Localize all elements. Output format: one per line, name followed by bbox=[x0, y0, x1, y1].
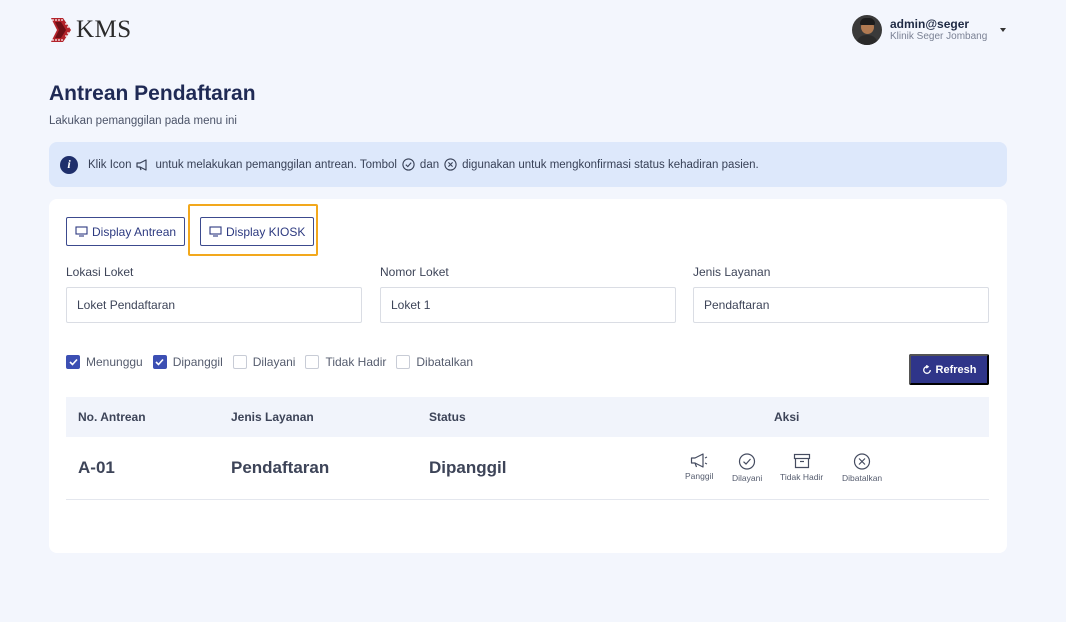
refresh-icon bbox=[922, 364, 931, 374]
avatar bbox=[852, 15, 882, 45]
lokasi-loket-label: Lokasi Loket bbox=[66, 265, 134, 279]
alert-text-4: digunakan untuk mengkonfirmasi status ke… bbox=[462, 158, 759, 171]
action-label: Dilayani bbox=[732, 473, 763, 483]
nomor-loket-label: Nomor Loket bbox=[380, 265, 449, 279]
display-kiosk-label: Display KIOSK bbox=[226, 224, 306, 239]
x-circle-icon bbox=[444, 158, 457, 171]
filter-label: Dibatalkan bbox=[416, 355, 474, 369]
action-label: Panggil bbox=[685, 471, 714, 481]
user-name: admin@seger bbox=[890, 17, 970, 31]
action-tidak-hadir[interactable]: Tidak Hadir bbox=[780, 453, 823, 482]
checkbox-empty-icon[interactable] bbox=[396, 355, 411, 369]
status-filters: Menunggu Dipanggil Dilayani Tidak Hadir … bbox=[66, 355, 483, 369]
table-header: No. Antrean Jenis Layanan Status Aksi bbox=[66, 397, 989, 437]
action-panggil[interactable]: Panggil bbox=[685, 453, 713, 481]
display-kiosk-button[interactable]: Display KIOSK bbox=[200, 217, 315, 246]
top-bar: KMS admin@seger Klinik Seger Jombang bbox=[0, 0, 1066, 62]
lokasi-loket-field[interactable]: Loket Pendaftaran bbox=[66, 287, 362, 323]
alert-text-2: untuk melakukan pemanggilan antrean. Tom… bbox=[155, 158, 397, 171]
filter-label: Menunggu bbox=[86, 355, 143, 369]
jenis-layanan-label: Jenis Layanan bbox=[693, 265, 771, 279]
filter-label: Tidak Hadir bbox=[325, 355, 387, 369]
info-alert: i Klik Icon untuk melakukan pemanggilan … bbox=[49, 142, 1007, 187]
archive-icon bbox=[793, 453, 810, 469]
filter-dibatalkan[interactable]: Dibatalkan bbox=[396, 355, 473, 369]
check-circle-icon bbox=[739, 453, 756, 470]
alert-text-1: Klik Icon bbox=[88, 158, 132, 171]
caret-down-icon[interactable] bbox=[1000, 28, 1006, 32]
brand-logo[interactable]: KMS bbox=[49, 15, 132, 45]
action-label: Dibatalkan bbox=[842, 473, 883, 483]
col-status: Status bbox=[429, 410, 466, 424]
col-no-antrean: No. Antrean bbox=[78, 410, 146, 424]
checkbox-checked-icon[interactable] bbox=[66, 355, 80, 369]
filter-tidak-hadir[interactable]: Tidak Hadir bbox=[305, 355, 386, 369]
check-circle-icon bbox=[402, 158, 415, 171]
filter-dipanggil[interactable]: Dipanggil bbox=[152, 355, 223, 369]
kms-logo-mark bbox=[49, 15, 73, 45]
col-aksi: Aksi bbox=[774, 410, 800, 424]
alert-text-3: dan bbox=[419, 158, 440, 171]
user-menu[interactable]: admin@seger Klinik Seger Jombang bbox=[852, 15, 1006, 45]
monitor-icon bbox=[75, 226, 88, 237]
refresh-label: Refresh bbox=[935, 363, 977, 376]
user-org: Klinik Seger Jombang bbox=[890, 31, 988, 42]
cell-status: Dipanggil bbox=[429, 458, 507, 477]
cell-no-antrean: A-01 bbox=[78, 458, 115, 477]
filter-menunggu[interactable]: Menunggu bbox=[66, 355, 143, 369]
action-dilayani[interactable]: Dilayani bbox=[732, 453, 762, 483]
nomor-loket-field[interactable]: Loket 1 bbox=[380, 287, 676, 323]
filter-label: Dipanggil bbox=[172, 355, 223, 369]
action-dibatalkan[interactable]: Dibatalkan bbox=[842, 453, 882, 483]
filter-label: Dilayani bbox=[252, 355, 296, 369]
cell-jenis-layanan: Pendaftaran bbox=[231, 458, 330, 477]
x-circle-icon bbox=[853, 453, 871, 470]
page-subtitle: Lakukan pemanggilan pada menu ini bbox=[49, 115, 237, 127]
checkbox-empty-icon[interactable] bbox=[305, 355, 320, 369]
megaphone-icon bbox=[691, 453, 708, 468]
action-label: Tidak Hadir bbox=[780, 472, 824, 482]
col-jenis-layanan: Jenis Layanan bbox=[231, 410, 314, 424]
table-row: A-01 Pendaftaran Dipanggil Panggil Dilay… bbox=[66, 437, 989, 500]
checkbox-checked-icon[interactable] bbox=[152, 355, 167, 369]
megaphone-icon bbox=[136, 158, 150, 171]
checkbox-empty-icon[interactable] bbox=[232, 355, 247, 369]
page-title: Antrean Pendaftaran bbox=[49, 82, 256, 105]
display-antrean-label: Display Antrean bbox=[92, 224, 177, 239]
filter-dilayani[interactable]: Dilayani bbox=[232, 355, 296, 369]
monitor-icon bbox=[209, 226, 222, 237]
jenis-layanan-field[interactable]: Pendaftaran bbox=[693, 287, 989, 323]
info-icon: i bbox=[60, 155, 78, 174]
queue-card: Display Antrean Display KIOSK Lokasi Lok… bbox=[49, 199, 1007, 553]
refresh-button[interactable]: Refresh bbox=[909, 354, 989, 385]
display-antrean-button[interactable]: Display Antrean bbox=[66, 217, 186, 246]
brand-name: KMS bbox=[76, 16, 132, 43]
